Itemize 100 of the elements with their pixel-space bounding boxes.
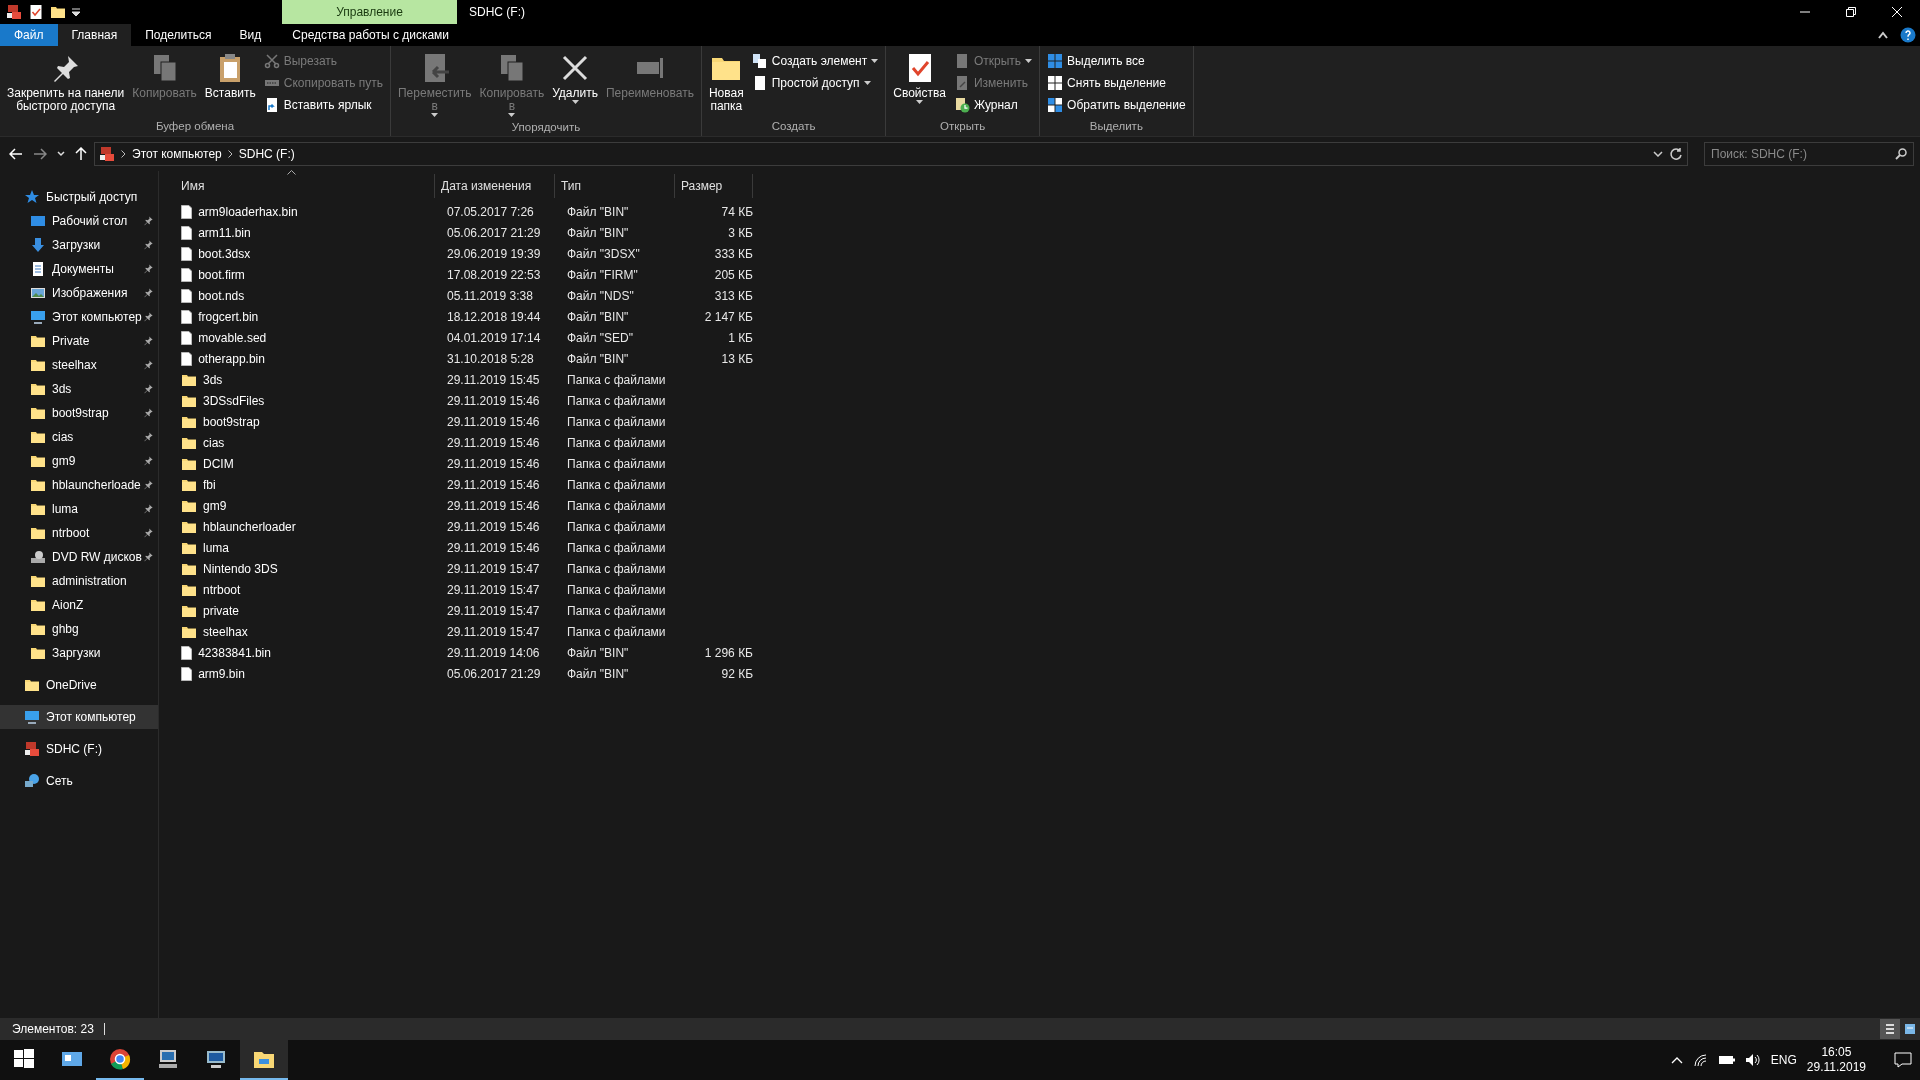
nav-item[interactable]: Документы (52, 262, 114, 276)
nav-item[interactable]: Этот компьютер (46, 710, 136, 724)
clock-time[interactable]: 16:05 (1821, 1045, 1852, 1060)
table-cell-text: Папка с файлами (566, 498, 667, 513)
file-name[interactable]: otherapp.bin (198, 351, 265, 366)
ribbon-button[interactable]: Создать элемент (748, 51, 882, 71)
ribbon-button[interactable]: Вставить (201, 50, 259, 102)
file-name[interactable]: movable.sed (198, 330, 267, 345)
ribbon-button[interactable]: Новая папка (705, 50, 747, 115)
ribbon-button[interactable]: Снять выделение (1044, 73, 1189, 93)
nav-item[interactable]: Этот компьютер (52, 310, 142, 324)
search-field[interactable]: Поиск: SDHC (F:) (1704, 142, 1914, 166)
dropdown-icon[interactable] (1653, 151, 1663, 157)
nav-item[interactable]: 3ds (52, 382, 72, 396)
file-name[interactable]: 3DSsdFiles (203, 393, 265, 408)
table-cell-text: 05.11.2019 3:38 (446, 288, 534, 303)
ribbon-tab[interactable]: Средства работы с дисками (283, 24, 459, 46)
table-cell-text: 05.06.2017 21:29 (446, 225, 542, 240)
ribbon-tab[interactable]: Главная (57, 24, 132, 46)
document-icon (181, 225, 193, 240)
battery-icon[interactable] (1718, 1055, 1735, 1065)
taskbar-button[interactable] (240, 1040, 288, 1080)
address-field[interactable]: Этот компьютер SDHC (F:) (94, 142, 1688, 166)
ribbon-button[interactable]: Выделить все (1044, 51, 1189, 71)
file-name[interactable]: cias (203, 435, 225, 450)
ribbon-button[interactable]: Журнал (950, 95, 1036, 115)
nav-item[interactable]: AionZ (52, 598, 84, 612)
nav-item[interactable]: boot9strap (52, 406, 109, 420)
file-name[interactable]: hblauncherloader (203, 519, 296, 534)
nav-item[interactable]: Загрузки (52, 238, 101, 252)
ribbon-button[interactable]: Обратить выделение (1044, 95, 1189, 115)
ribbon-tab[interactable]: Вид (225, 24, 276, 46)
nav-item-highlight[interactable]: Этот компьютер (0, 705, 158, 729)
checklist-icon (28, 4, 44, 20)
column-header[interactable]: Размер (675, 174, 753, 198)
nav-item[interactable]: administration (52, 574, 127, 588)
column-header[interactable]: Тип (555, 174, 675, 198)
nav-item[interactable]: SDHC (F:) (46, 742, 102, 756)
table-cell-text: Папка с файлами (566, 519, 667, 534)
file-name[interactable]: arm11.bin (198, 225, 251, 240)
collapse-ribbon-icon[interactable] (1878, 31, 1888, 39)
file-name[interactable]: 42383841.bin (198, 645, 271, 660)
details-view-button[interactable] (1880, 1019, 1900, 1039)
wifi-icon[interactable] (1692, 1053, 1709, 1067)
file-name[interactable]: frogcert.bin (198, 309, 259, 324)
column-header[interactable]: Дата изменения (435, 174, 555, 198)
language-indicator[interactable]: ENG (1770, 1053, 1797, 1067)
network-computer-icon (205, 1048, 227, 1070)
nav-item[interactable]: steelhax (52, 358, 97, 372)
ribbon-button[interactable]: Закрепить на панели быстрого доступа (4, 50, 128, 115)
refresh-icon[interactable] (1669, 147, 1683, 161)
nav-item[interactable]: DVD RW дисков (52, 550, 142, 564)
nav-item[interactable]: Быстрый доступ (46, 190, 138, 204)
column-header[interactable]: Имя (175, 174, 435, 198)
window-title: SDHC (F:) (468, 4, 526, 21)
ribbon-tab[interactable]: Файл (0, 24, 58, 46)
nav-item[interactable]: Рабочий стол (52, 214, 128, 228)
nav-item[interactable]: cias (52, 430, 74, 444)
volume-icon[interactable] (1744, 1053, 1761, 1067)
chevron-up-icon[interactable] (1670, 1056, 1683, 1064)
nav-item[interactable]: ghbg (52, 622, 79, 636)
file-name[interactable]: gm9 (203, 498, 227, 513)
file-name[interactable]: ntrboot (203, 582, 241, 597)
ribbon-button[interactable]: Простой доступ (748, 73, 882, 93)
file-name[interactable]: boot9strap (203, 414, 260, 429)
nav-item[interactable]: hblauncherloade (52, 478, 141, 492)
file-name[interactable]: fbi (203, 477, 216, 492)
ribbon-button[interactable]: Вставить ярлык (260, 95, 386, 115)
file-name[interactable]: DCIM (203, 456, 234, 471)
file-name[interactable]: boot.3dsx (198, 246, 251, 261)
file-name[interactable]: arm9loaderhax.bin (198, 204, 298, 219)
file-name[interactable]: 3ds (203, 372, 223, 387)
file-name[interactable]: steelhax (203, 624, 248, 639)
document-icon (181, 267, 193, 282)
customize-caret-icon[interactable] (72, 8, 80, 16)
folder-icon (50, 4, 66, 20)
ribbon-tab[interactable]: Поделиться (131, 24, 226, 46)
document-icon (181, 351, 193, 366)
nav-item[interactable]: ntrboot (52, 526, 90, 540)
table-cell-text: Папка с файлами (566, 561, 667, 576)
help-icon[interactable] (1900, 27, 1916, 43)
ribbon-button[interactable]: Свойства (890, 50, 949, 106)
file-name[interactable]: boot.firm (198, 267, 245, 282)
nav-item[interactable]: Сеть (46, 774, 73, 788)
breadcrumb[interactable]: SDHC (F:) (238, 147, 295, 161)
file-name[interactable]: private (203, 603, 240, 618)
file-name[interactable]: luma (203, 540, 229, 555)
ribbon-button[interactable]: Удалить (549, 50, 601, 106)
file-name[interactable]: Nintendo 3DS (203, 561, 278, 576)
nav-item[interactable]: gm9 (52, 454, 76, 468)
file-name[interactable]: boot.nds (198, 288, 245, 303)
clock-date[interactable]: 29.11.2019 (1806, 1060, 1866, 1075)
nav-item[interactable]: Private (52, 334, 90, 348)
nav-item[interactable]: OneDrive (46, 678, 97, 692)
notifications-icon[interactable] (1894, 1052, 1912, 1068)
nav-item[interactable]: Изображения (52, 286, 128, 300)
file-name[interactable]: arm9.bin (198, 666, 245, 681)
nav-item[interactable]: luma (52, 502, 78, 516)
nav-item[interactable]: Заргузки (52, 646, 101, 660)
breadcrumb[interactable]: Этот компьютер (132, 147, 222, 161)
